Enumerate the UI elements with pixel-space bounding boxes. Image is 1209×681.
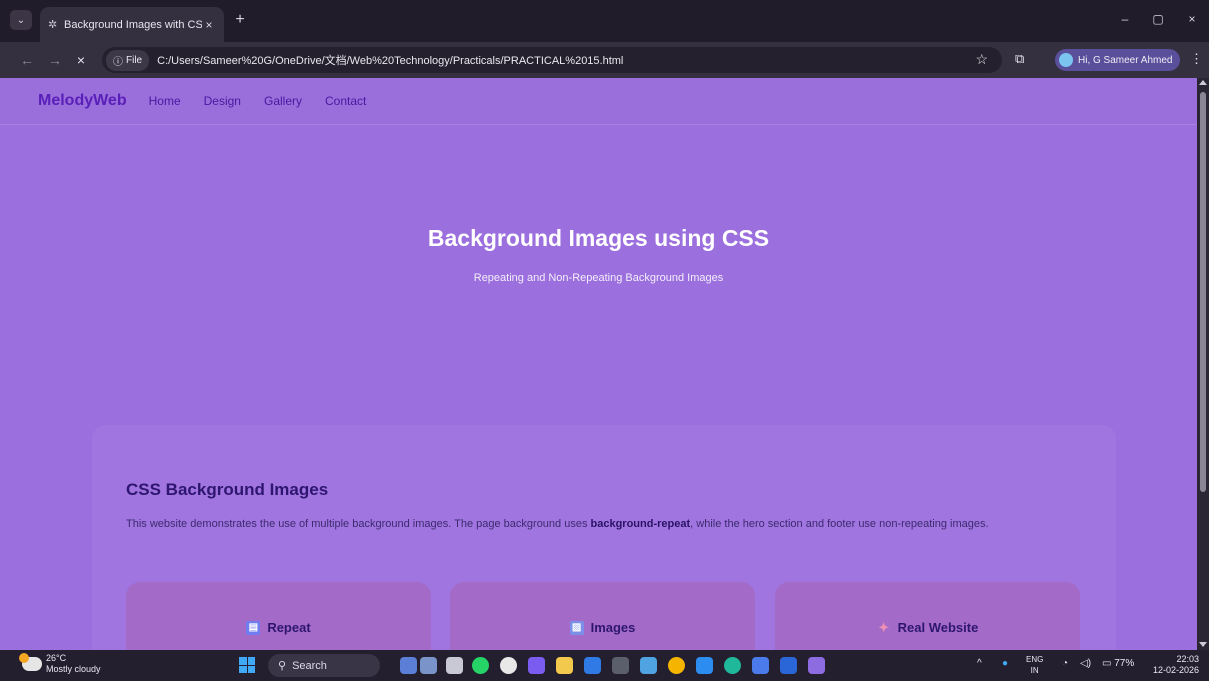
vscode-icon[interactable]: [696, 657, 713, 674]
volume-icon[interactable]: ◁): [1080, 658, 1091, 669]
feature-label-text: Repeat: [267, 620, 311, 635]
bluetooth-app-icon[interactable]: [584, 657, 601, 674]
battery-percent: 77%: [1114, 658, 1135, 669]
weather-temp: 26°C: [46, 653, 67, 663]
scroll-down-arrow-icon[interactable]: [1199, 642, 1207, 647]
profile-name: Hi, G Sameer Ahmed: [1078, 54, 1173, 66]
task-view-icon[interactable]: [446, 657, 463, 674]
site-navbar: MelodyWeb Home Design Gallery Contact: [0, 78, 1197, 125]
photos-icon[interactable]: [640, 657, 657, 674]
url-text: C:/Users/Sameer%20G/OneDrive/文档/Web%20Te…: [157, 55, 624, 67]
browser-tab[interactable]: ✲ Background Images with CSS ×: [40, 7, 224, 42]
active-browser-icon[interactable]: [808, 657, 825, 674]
system-clock[interactable]: 22:03 12-02-2026: [1145, 654, 1199, 676]
restore-button[interactable]: ▢: [1149, 12, 1167, 26]
weather-desc: Mostly cloudy: [46, 664, 101, 674]
close-window-button[interactable]: ×: [1183, 12, 1201, 26]
taskbar: 26°C Mostly cloudy ⚲ Search ^ ● ENG IN ◔…: [0, 650, 1209, 681]
site-info-chip[interactable]: ⓘ File: [106, 49, 150, 71]
bookmark-star-icon[interactable]: ☆: [975, 51, 988, 68]
wifi-icon[interactable]: ◔: [1062, 658, 1068, 669]
back-button[interactable]: ←: [18, 51, 36, 69]
picture-icon: ▨: [569, 620, 584, 635]
tab-favicon-icon: ✲: [48, 19, 58, 31]
app-icon[interactable]: [752, 657, 769, 674]
hero-section: Background Images using CSS Repeating an…: [0, 125, 1197, 365]
file-explorer-icon[interactable]: [556, 657, 573, 674]
nav-link-design[interactable]: Design: [204, 94, 241, 108]
bluetooth-tray-icon[interactable]: ●: [1002, 658, 1008, 669]
section-text-part2: , while the hero section and footer use …: [690, 518, 989, 530]
edge-icon[interactable]: [724, 657, 741, 674]
weather-widget[interactable]: 26°C Mostly cloudy: [19, 653, 101, 675]
tab-close-icon[interactable]: ×: [202, 18, 216, 32]
feature-grid: ▤ Repeat ▨ Images ✦ Real Website: [126, 582, 1082, 650]
extensions-icon[interactable]: ⧉: [1015, 51, 1024, 67]
file-chip-label: File: [126, 54, 143, 66]
scroll-thumb[interactable]: [1200, 92, 1206, 492]
cloudy-weather-icon: [19, 653, 42, 671]
start-button[interactable]: [239, 657, 255, 673]
chatgpt-icon[interactable]: [500, 657, 517, 674]
taskbar-search-label: Search: [292, 659, 327, 672]
section-text-bold: background-repeat: [590, 518, 691, 530]
avatar: [1059, 53, 1073, 67]
content-card: CSS Background Images This website demon…: [92, 425, 1116, 650]
search-icon: ⚲: [278, 660, 287, 672]
feature-label: ▤ Repeat: [126, 620, 431, 635]
nav-link-gallery[interactable]: Gallery: [264, 94, 302, 108]
forward-button[interactable]: →: [46, 51, 64, 69]
page-scrollbar[interactable]: [1197, 78, 1209, 650]
repeat-icon: ▤: [246, 620, 261, 635]
clock-date: 12-02-2026: [1152, 665, 1199, 675]
brand-logo[interactable]: MelodyWeb: [38, 92, 127, 110]
minimize-button[interactable]: –: [1116, 12, 1134, 26]
hero-subtitle: Repeating and Non-Repeating Background I…: [473, 272, 724, 284]
scroll-up-arrow-icon[interactable]: [1199, 80, 1207, 85]
section-text: This website demonstrates the use of mul…: [126, 516, 1086, 533]
info-icon: ⓘ: [113, 56, 123, 68]
taskbar-app-icon[interactable]: [400, 657, 417, 674]
browser-toolbar: ← → × ⓘ File C:/Users/Sameer%20G/OneDriv…: [0, 42, 1209, 78]
lang-bottom: IN: [1030, 666, 1039, 675]
new-tab-button[interactable]: +: [232, 12, 248, 28]
word-icon[interactable]: [780, 657, 797, 674]
copilot-icon[interactable]: [528, 657, 545, 674]
page-viewport: MelodyWeb Home Design Gallery Contact Ba…: [0, 78, 1197, 650]
taskbar-search[interactable]: ⚲ Search: [268, 654, 380, 677]
battery-icon: ▭: [1102, 658, 1112, 669]
tab-strip: ⌄ ✲ Background Images with CSS × + – ▢ ×: [0, 0, 1209, 42]
address-bar[interactable]: ⓘ File C:/Users/Sameer%20G/OneDrive/文档/W…: [102, 47, 1002, 73]
clock-time: 22:03: [1176, 654, 1199, 664]
profile-button[interactable]: Hi, G Sameer Ahmed: [1055, 49, 1181, 71]
feature-card-repeat: ▤ Repeat: [126, 582, 431, 650]
feature-label-text: Real Website: [897, 620, 979, 635]
feature-label-text: Images: [590, 620, 636, 635]
chrome-icon[interactable]: [668, 657, 685, 674]
language-indicator[interactable]: ENG IN: [1026, 654, 1043, 676]
feature-label: ✦ Real Website: [775, 620, 1080, 635]
feature-card-real-website: ✦ Real Website: [775, 582, 1080, 650]
section-text-part1: This website demonstrates the use of mul…: [126, 518, 591, 530]
tab-title: Background Images with CSS: [64, 18, 202, 31]
terminal-icon[interactable]: [612, 657, 629, 674]
stop-loading-button[interactable]: ×: [72, 51, 90, 69]
hero-title: Background Images using CSS: [427, 225, 770, 251]
feature-label: ▨ Images: [450, 620, 755, 635]
browser-menu-icon[interactable]: ⋮: [1190, 51, 1203, 67]
whatsapp-icon[interactable]: [472, 657, 489, 674]
nav-link-contact[interactable]: Contact: [325, 94, 366, 108]
battery-indicator[interactable]: ▭ 77%: [1102, 658, 1134, 669]
taskbar-app-icon[interactable]: [420, 657, 437, 674]
sparkle-icon: ✦: [878, 619, 890, 635]
lang-top: ENG: [1026, 655, 1044, 664]
section-title: CSS Background Images: [126, 480, 329, 499]
nav-link-home[interactable]: Home: [149, 94, 181, 108]
tray-overflow-icon[interactable]: ^: [977, 658, 982, 669]
tab-search-button[interactable]: ⌄: [10, 10, 32, 30]
feature-card-images: ▨ Images: [450, 582, 755, 650]
